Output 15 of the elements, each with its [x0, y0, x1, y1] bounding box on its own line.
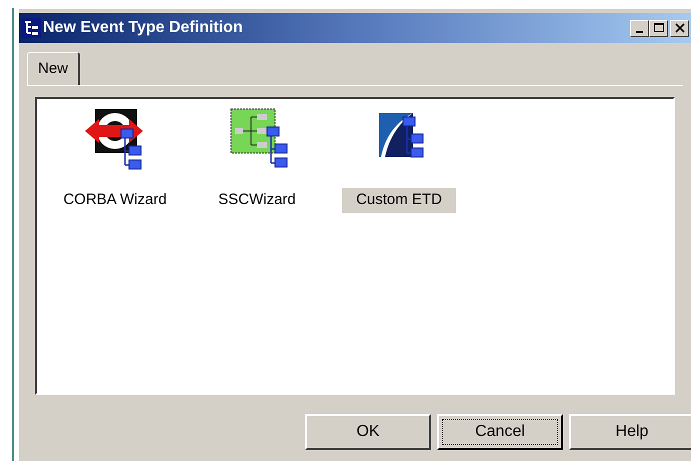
minimize-icon [636, 30, 643, 32]
close-button[interactable] [670, 20, 689, 36]
maximize-button[interactable] [649, 20, 668, 36]
item-label[interactable]: CORBA Wizard [49, 188, 181, 212]
item-label[interactable]: SSCWizard [204, 188, 310, 212]
tab[interactable]: New [27, 52, 80, 85]
window-title: New Event Type Definition [43, 18, 243, 38]
maximize-icon [654, 23, 664, 33]
item-label[interactable]: Custom ETD [342, 188, 456, 212]
close-icon [674, 23, 684, 33]
dialog-button[interactable]: Help [569, 414, 691, 450]
tree-icon [21, 18, 41, 38]
dialog-button[interactable]: OK [305, 414, 431, 450]
dialog-button[interactable]: Cancel [437, 414, 563, 450]
minimize-button[interactable] [630, 20, 649, 36]
